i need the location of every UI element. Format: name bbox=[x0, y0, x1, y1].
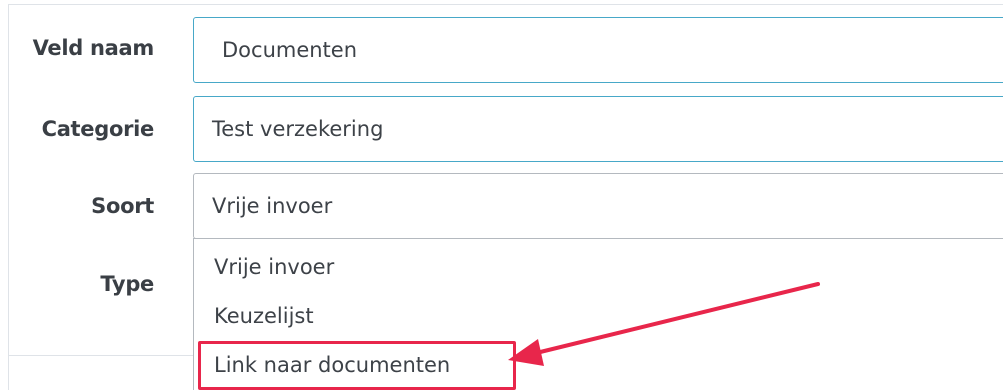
field-settings-form: Veld naam Documenten Categorie Test verz… bbox=[0, 0, 1003, 390]
dropdown-option-keuzelijst[interactable]: Keuzelijst bbox=[214, 304, 314, 328]
highlight-annotation-box bbox=[198, 341, 516, 390]
field-name-label: Veld naam bbox=[32, 36, 155, 60]
kind-selected-value: Vrije invoer bbox=[212, 194, 333, 218]
category-label: Categorie bbox=[41, 117, 155, 141]
field-name-input[interactable]: Documenten bbox=[193, 17, 1003, 83]
category-input[interactable]: Test verzekering bbox=[193, 96, 1003, 162]
section-divider bbox=[8, 355, 198, 356]
field-name-value: Documenten bbox=[222, 38, 358, 62]
panel-top-border bbox=[8, 4, 1003, 5]
category-value: Test verzekering bbox=[212, 117, 384, 141]
kind-select[interactable]: Vrije invoer bbox=[193, 173, 1003, 239]
kind-label: Soort bbox=[91, 194, 154, 218]
type-label: Type bbox=[100, 272, 154, 296]
dropdown-option-vrije-invoer[interactable]: Vrije invoer bbox=[214, 255, 334, 279]
